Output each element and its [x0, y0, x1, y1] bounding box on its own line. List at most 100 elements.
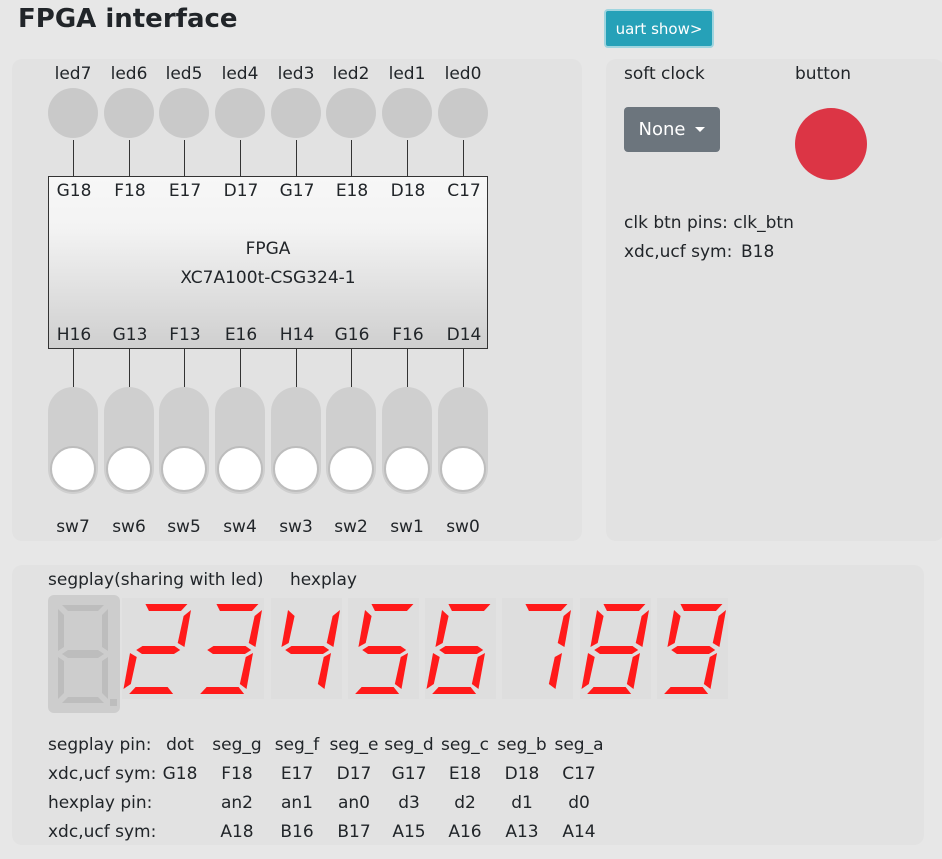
- switch-knob[interactable]: [217, 446, 263, 492]
- switch-wire: [184, 349, 185, 387]
- segment-b: [712, 610, 727, 647]
- segment-d: [664, 687, 709, 694]
- segment-e: [349, 653, 363, 689]
- led-wire: [73, 140, 74, 176]
- fpga-board-panel: led7 led6 led5 led4 led3 led2 led1 led0 G18 F18 E…: [12, 59, 582, 541]
- segment-a: [525, 604, 568, 611]
- segment-f: [281, 610, 295, 647]
- led-wire: [463, 140, 464, 176]
- switch-knob[interactable]: [106, 446, 152, 492]
- pin-cell: seg_d: [384, 735, 434, 755]
- led-wire: [129, 140, 130, 176]
- segment-g: [362, 646, 407, 654]
- toggle-switch[interactable]: [104, 387, 154, 494]
- segment-f: [358, 610, 372, 647]
- segment-c: [317, 653, 332, 689]
- pin-cell: d1: [511, 793, 533, 813]
- soft-clock-label: soft clock: [624, 64, 705, 84]
- segment-c: [548, 653, 563, 689]
- pin-cell: A16: [448, 822, 482, 842]
- segment-c: [394, 653, 409, 689]
- segment-a: [371, 604, 414, 611]
- segment-e: [658, 653, 672, 689]
- switch-knob[interactable]: [50, 446, 96, 492]
- switch-label: sw4: [223, 517, 257, 537]
- chip-pin-bottom: H16: [56, 325, 92, 345]
- chip-pin-top: E18: [335, 181, 369, 201]
- toggle-switch[interactable]: [215, 387, 265, 494]
- toggle-switch[interactable]: [271, 387, 321, 494]
- segment-f: [435, 610, 449, 647]
- toggle-switch[interactable]: [326, 387, 376, 494]
- toggle-switch[interactable]: [159, 387, 209, 494]
- chip-model: XC7A100t-CSG324-1: [180, 268, 356, 288]
- hex-digit: [657, 598, 728, 699]
- led-label: led2: [332, 64, 370, 84]
- pin-cell: d0: [568, 793, 590, 813]
- switch-knob[interactable]: [273, 446, 319, 492]
- led-indicator: [48, 88, 98, 138]
- switch-knob[interactable]: [161, 446, 207, 492]
- clk-btn-pins: clk btn pins: clk_btn: [624, 213, 794, 233]
- segment-c: [703, 653, 718, 689]
- segment-e: [503, 653, 517, 689]
- chip-pin-bottom: F16: [392, 325, 424, 345]
- pin-cell: C17: [562, 764, 596, 784]
- chip-pin-top: E17: [168, 181, 202, 201]
- toggle-switch[interactable]: [438, 387, 488, 494]
- chip-pin-top: D18: [390, 181, 426, 201]
- pin-cell: seg_g: [212, 735, 262, 755]
- uart-show-button[interactable]: uart show>: [604, 9, 714, 48]
- caret-down-icon: [695, 127, 706, 132]
- segment-g: [594, 646, 639, 654]
- toggle-switch[interactable]: [382, 387, 432, 494]
- push-button[interactable]: [795, 108, 867, 180]
- switch-knob[interactable]: [384, 446, 430, 492]
- led-indicator: [159, 88, 209, 138]
- hex-digit: [502, 598, 573, 699]
- segment-b: [177, 610, 192, 647]
- segment-e: [426, 653, 440, 689]
- switch-wire: [240, 349, 241, 387]
- pin-cell: A13: [505, 822, 539, 842]
- switch-label: sw0: [446, 517, 480, 537]
- switch-wire: [407, 349, 408, 387]
- led-label: led3: [277, 64, 315, 84]
- hex-digit: [348, 598, 419, 699]
- segment-f: [512, 610, 526, 647]
- page-title: FPGA interface: [18, 4, 238, 34]
- switch-label: sw3: [279, 517, 313, 537]
- segment-d: [509, 687, 553, 694]
- switch-label: sw7: [56, 517, 90, 537]
- toggle-switch[interactable]: [48, 387, 98, 494]
- pin-cell: A15: [392, 822, 426, 842]
- switch-label: sw6: [112, 517, 146, 537]
- segment-b: [557, 610, 572, 647]
- segment-f: [203, 610, 217, 647]
- segment-d: [278, 687, 322, 694]
- hexplay-title: hexplay: [290, 570, 357, 590]
- pin-cell: A14: [562, 822, 596, 842]
- segment-a: [680, 604, 723, 611]
- pin-cell: an1: [280, 793, 313, 813]
- clock-button-panel: soft clock button None clk btn pins: clk…: [606, 59, 942, 541]
- segment-a: [603, 604, 646, 611]
- segment-b: [326, 610, 341, 647]
- switch-knob[interactable]: [440, 446, 486, 492]
- led-label: led0: [444, 64, 482, 84]
- chip-name: FPGA: [245, 239, 291, 259]
- switch-wire: [73, 349, 74, 387]
- segment-g: [516, 646, 561, 654]
- segment-c: [168, 653, 182, 689]
- pin-cell: seg_f: [274, 735, 320, 755]
- hex-digit: [425, 598, 496, 699]
- pin-cell: A18: [220, 822, 254, 842]
- switch-knob[interactable]: [328, 446, 374, 492]
- led-label: led7: [54, 64, 92, 84]
- segment-a: [448, 604, 491, 611]
- pin-row-label: xdc,ucf sym:: [48, 764, 157, 784]
- segment-e: [272, 653, 286, 689]
- soft-clock-dropdown[interactable]: None: [624, 107, 720, 152]
- segment-e: [581, 653, 595, 689]
- chip-pin-bottom: E16: [224, 325, 258, 345]
